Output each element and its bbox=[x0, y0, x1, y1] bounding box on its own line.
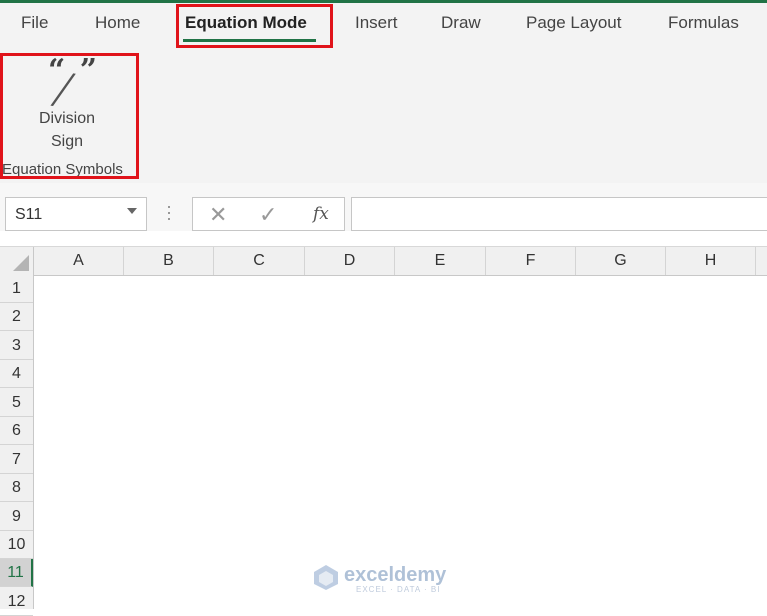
row-header-9[interactable]: 9 bbox=[0, 503, 33, 531]
vertical-dots-icon[interactable] bbox=[167, 206, 171, 222]
row-header-7[interactable]: 7 bbox=[0, 446, 33, 474]
ribbon-tab-bar: File Home Equation Mode Insert Draw Page… bbox=[0, 3, 767, 47]
column-header-d[interactable]: D bbox=[305, 247, 395, 275]
exceldemy-logo-icon bbox=[314, 565, 338, 590]
chevron-down-icon[interactable] bbox=[127, 208, 137, 214]
insert-function-icon[interactable]: fx bbox=[313, 204, 329, 224]
row-header-12[interactable]: 12 bbox=[0, 588, 33, 616]
tab-insert[interactable]: Insert bbox=[355, 13, 398, 33]
tab-page-layout[interactable]: Page Layout bbox=[526, 13, 621, 33]
column-header-g[interactable]: G bbox=[576, 247, 666, 275]
column-header-a[interactable]: A bbox=[34, 247, 124, 275]
row-header-1[interactable]: 1 bbox=[0, 275, 33, 303]
highlight-box-group bbox=[0, 53, 139, 179]
column-header-f[interactable]: F bbox=[486, 247, 576, 275]
name-box-value: S11 bbox=[15, 206, 43, 223]
column-header-h[interactable]: H bbox=[666, 247, 756, 275]
row-header-5[interactable]: 5 bbox=[0, 389, 33, 417]
column-header-e[interactable]: E bbox=[395, 247, 486, 275]
name-box[interactable]: S11 bbox=[5, 197, 147, 231]
row-header-2[interactable]: 2 bbox=[0, 303, 33, 331]
worksheet-grid[interactable] bbox=[0, 231, 767, 609]
tab-file[interactable]: File bbox=[21, 13, 48, 33]
formula-input[interactable] bbox=[351, 197, 767, 231]
row-header-3[interactable]: 3 bbox=[0, 332, 33, 360]
highlight-box-tab bbox=[176, 4, 333, 48]
tab-home[interactable]: Home bbox=[95, 13, 140, 33]
row-header-10[interactable]: 10 bbox=[0, 531, 33, 559]
row-header-8[interactable]: 8 bbox=[0, 474, 33, 502]
watermark-tagline: EXCEL · DATA · BI bbox=[356, 585, 441, 594]
tab-draw[interactable]: Draw bbox=[441, 13, 481, 33]
row-header-4[interactable]: 4 bbox=[0, 360, 33, 388]
watermark-name: exceldemy bbox=[344, 564, 447, 586]
enter-check-icon[interactable]: ✓ bbox=[259, 202, 277, 228]
column-header-b[interactable]: B bbox=[124, 247, 214, 275]
exceldemy-watermark: exceldemy EXCEL · DATA · BI bbox=[312, 563, 472, 594]
select-all-corner[interactable] bbox=[0, 247, 34, 275]
row-header-11[interactable]: 11 bbox=[0, 559, 33, 587]
row-header-6[interactable]: 6 bbox=[0, 417, 33, 445]
row-header-column: 1 2 3 4 5 6 7 8 9 10 11 12 bbox=[0, 275, 34, 616]
cancel-icon[interactable]: ✕ bbox=[209, 202, 227, 228]
column-header-c[interactable]: C bbox=[214, 247, 305, 275]
tab-formulas[interactable]: Formulas bbox=[668, 13, 739, 33]
column-header-row: A B C D E F G H bbox=[0, 246, 767, 276]
formula-buttons: ✕ ✓ fx bbox=[192, 197, 345, 231]
